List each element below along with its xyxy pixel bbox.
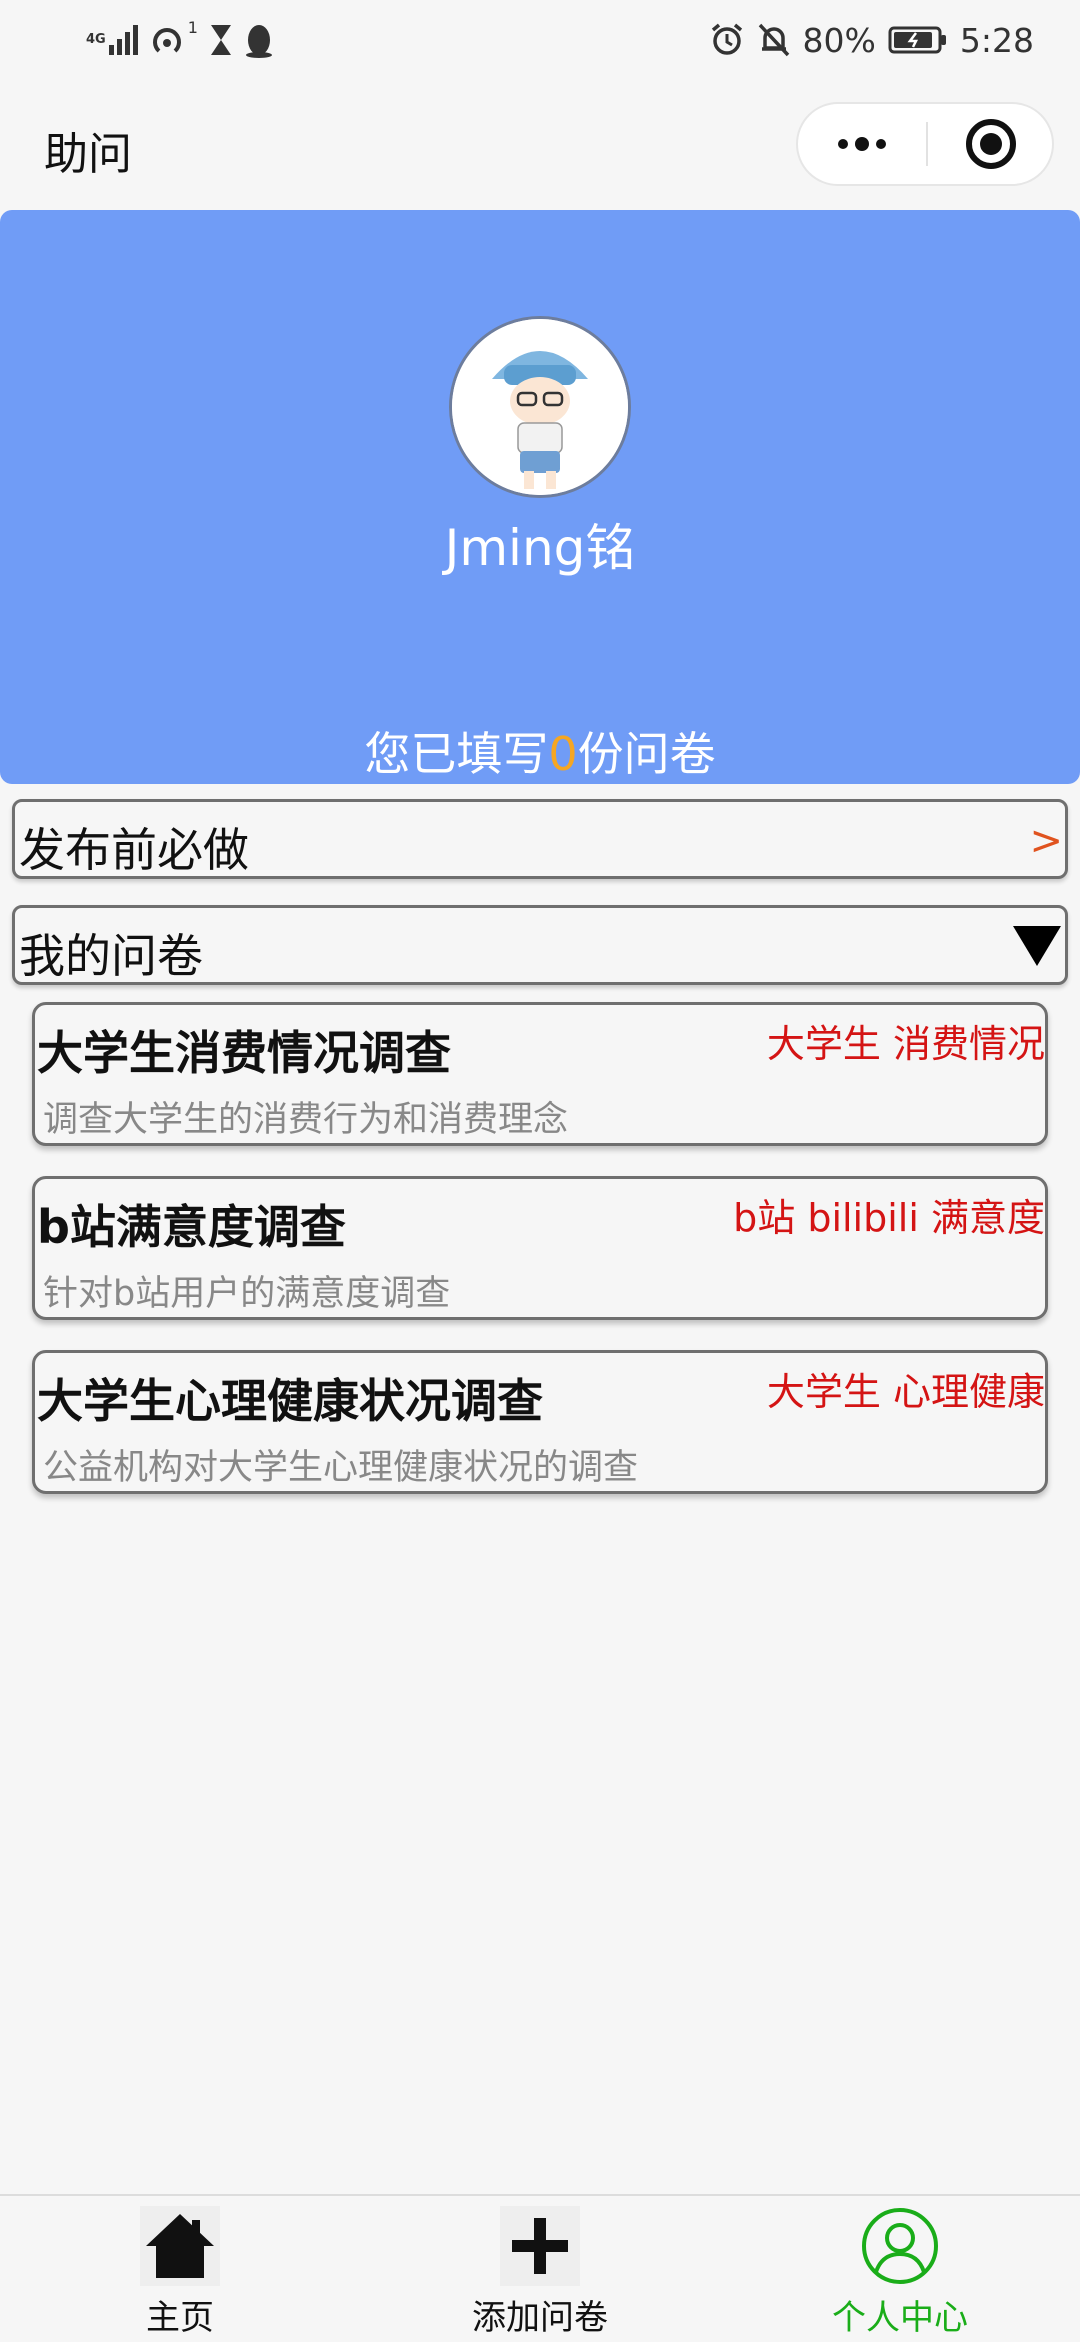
survey-description: 针对b站用户的满意度调查	[43, 1274, 451, 1314]
status-bar: 4G 1 80% 5:28	[0, 0, 1080, 80]
hotspot-icon	[152, 28, 181, 53]
tab-profile-label: 个人中心	[832, 2298, 968, 2338]
status-right: 80% 5:28	[709, 14, 1034, 66]
filled-prefix: 您已填写	[364, 727, 549, 781]
filled-suffix: 份问卷	[577, 727, 716, 781]
my-surveys-label: 我的问卷	[19, 929, 203, 983]
avatar-image[interactable]	[449, 316, 631, 498]
survey-title: 大学生消费情况调查	[37, 1026, 451, 1080]
prepublish-row[interactable]: 发布前必做 >	[12, 799, 1068, 879]
survey-card[interactable]: 大学生消费情况调查 大学生 消费情况 调查大学生的消费行为和消费理念	[32, 1002, 1048, 1146]
filled-count: 0	[548, 727, 578, 781]
dropdown-triangle-icon	[1013, 926, 1061, 966]
survey-tags: 大学生 心理健康	[766, 1370, 1045, 1414]
mute-bell-icon	[758, 23, 789, 57]
chevron-right-icon: >	[1029, 818, 1063, 864]
profile-header: Jming铭 您已填写0份问卷	[0, 210, 1080, 784]
alarm-icon	[711, 23, 742, 55]
username: Jming铭	[444, 519, 636, 577]
survey-description: 公益机构对大学生心理健康状况的调查	[43, 1448, 639, 1488]
title-bar: 助问	[0, 80, 1080, 210]
battery-icon	[888, 26, 946, 54]
tab-home-label: 主页	[146, 2298, 214, 2338]
survey-title: 大学生心理健康状况调查	[37, 1374, 543, 1428]
tab-add-survey[interactable]: 添加问卷	[410, 2196, 670, 2342]
qq-penguin-icon	[245, 25, 272, 58]
survey-title: b站满意度调查	[37, 1200, 346, 1254]
tab-add-survey-label: 添加问卷	[472, 2298, 608, 2338]
filled-count-text: 您已填写0份问卷	[0, 718, 1080, 784]
prepublish-label: 发布前必做	[19, 823, 249, 877]
bottom-tab-bar: 主页 添加问卷 个人中心	[0, 2194, 1080, 2342]
tab-profile[interactable]: 个人中心	[770, 2196, 1030, 2342]
network-type: 4G	[86, 32, 106, 47]
tab-home[interactable]: 主页	[50, 2196, 310, 2342]
battery-percent: 80%	[802, 20, 876, 60]
plus-icon	[500, 2206, 580, 2286]
miniprogram-capsule	[796, 102, 1054, 186]
survey-tags: 大学生 消费情况	[766, 1022, 1045, 1066]
user-profile-icon	[862, 2208, 938, 2284]
more-dots-icon[interactable]	[798, 104, 926, 184]
app-title: 助问	[44, 129, 132, 180]
close-circle-icon[interactable]	[966, 119, 1016, 169]
hourglass-icon	[210, 25, 231, 55]
survey-tags: b站 bilibili 满意度	[733, 1196, 1045, 1240]
status-left: 4G 1	[86, 18, 274, 62]
survey-card[interactable]: 大学生心理健康状况调查 大学生 心理健康 公益机构对大学生心理健康状况的调查	[32, 1350, 1048, 1494]
signal-icon: 4G	[86, 25, 138, 55]
clock: 5:28	[959, 20, 1034, 60]
sim-number: 1	[187, 17, 198, 37]
home-icon	[140, 2206, 220, 2286]
capsule-divider	[926, 122, 928, 166]
my-surveys-row[interactable]: 我的问卷	[12, 905, 1068, 985]
survey-card[interactable]: b站满意度调查 b站 bilibili 满意度 针对b站用户的满意度调查	[32, 1176, 1048, 1320]
survey-description: 调查大学生的消费行为和消费理念	[43, 1100, 569, 1140]
